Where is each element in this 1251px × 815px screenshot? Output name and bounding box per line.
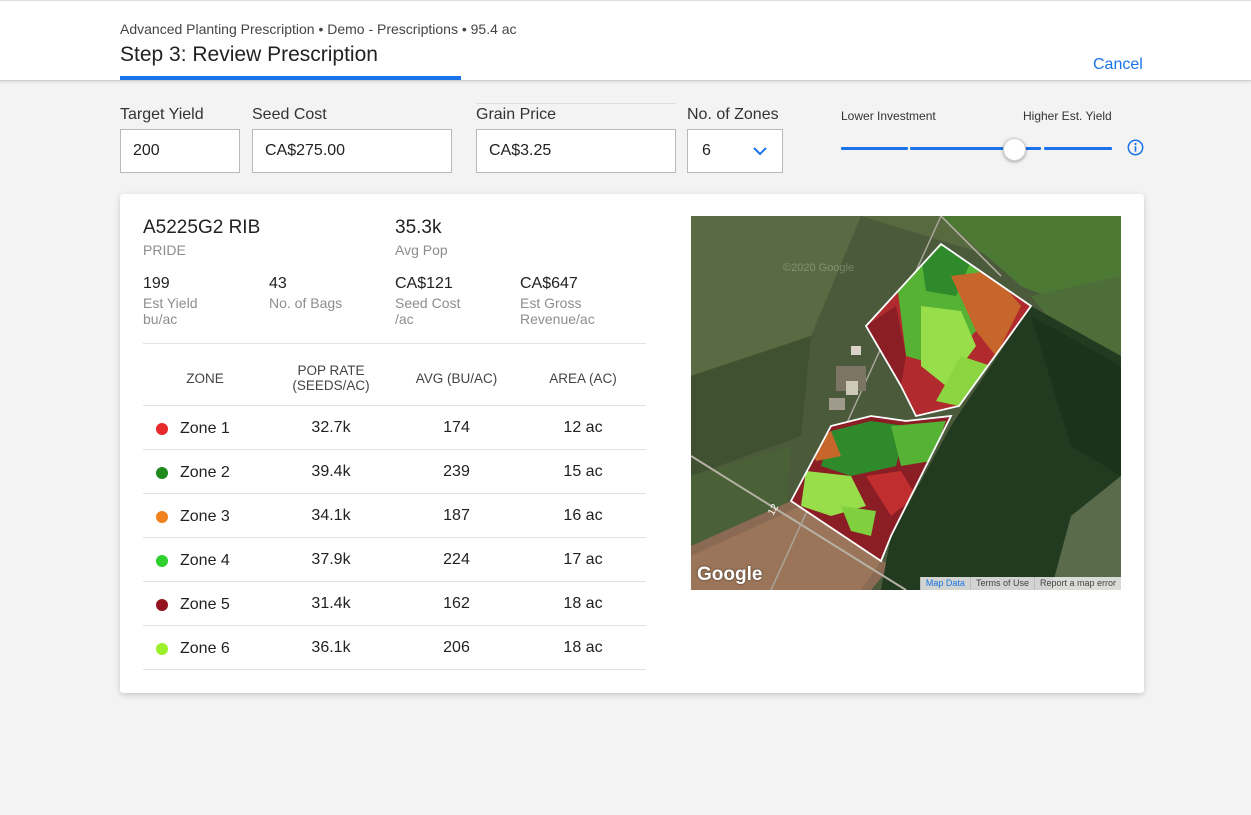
seed-cost-stat-label: Seed Cost — [395, 295, 461, 311]
table-row[interactable]: Zone 2 39.4k 239 15 ac — [143, 449, 646, 493]
step-progress-indicator — [120, 76, 461, 80]
pop-rate-cell: 36.1k — [311, 639, 351, 656]
avg-cell: 162 — [443, 595, 470, 612]
table-row[interactable]: Zone 4 37.9k 224 17 ac — [143, 537, 646, 581]
target-yield-label: Target Yield — [120, 106, 204, 123]
area-cell: 16 ac — [563, 507, 603, 524]
gross-revenue-unit: Revenue/ac — [520, 311, 595, 327]
zone-color-dot — [156, 555, 168, 567]
column-header-pop-rate-line1: POP RATE — [297, 363, 365, 378]
chevron-down-icon — [753, 147, 767, 156]
map-data-link[interactable]: Map Data — [919, 577, 970, 590]
map-footer: Map Data Terms of Use Report a map error — [919, 577, 1121, 590]
table-row[interactable]: Zone 6 36.1k 206 18 ac — [143, 625, 646, 669]
bags-label: No. of Bags — [269, 295, 343, 311]
zone-name: Zone 2 — [180, 464, 230, 481]
divider — [143, 669, 646, 670]
table-row[interactable]: Zone 5 31.4k 162 18 ac — [143, 581, 646, 625]
zone-color-dot — [156, 599, 168, 611]
slider-right-label: Higher Est. Yield — [1023, 109, 1112, 123]
seed-cost-label: Seed Cost — [252, 106, 327, 123]
area-cell: 15 ac — [563, 463, 603, 480]
zone-color-dot — [156, 423, 168, 435]
column-header-pop-rate: POP RATE (SEEDS/AC) — [270, 363, 392, 393]
area-cell: 18 ac — [563, 639, 603, 656]
investment-slider-thumb[interactable] — [1002, 138, 1026, 161]
google-logo: Google — [697, 564, 763, 585]
gross-revenue-label: Est Gross — [520, 295, 582, 311]
terms-of-use-link[interactable]: Terms of Use — [969, 577, 1034, 590]
avg-cell: 224 — [443, 551, 470, 568]
seed-cost-value: CA$121 — [395, 275, 453, 292]
slider-track-segment[interactable] — [841, 147, 908, 150]
target-yield-input[interactable] — [120, 129, 240, 173]
avg-pop-label: Avg Pop — [395, 242, 448, 258]
zone-color-dot — [156, 467, 168, 479]
est-yield-value: 199 — [143, 275, 170, 292]
pop-rate-cell: 39.4k — [311, 463, 351, 480]
page-title: Step 3: Review Prescription — [120, 43, 378, 66]
report-map-error-link[interactable]: Report a map error — [1033, 577, 1121, 590]
area-cell: 12 ac — [563, 419, 603, 436]
column-header-area: AREA (AC) — [549, 371, 617, 386]
zone-name: Zone 1 — [180, 420, 230, 437]
zone-color-dot — [156, 643, 168, 655]
area-cell: 17 ac — [563, 551, 603, 568]
zones-select-value: 6 — [702, 142, 711, 159]
pop-rate-cell: 32.7k — [311, 419, 351, 436]
prescription-summary-card: A5225G2 RIB PRIDE 35.3k Avg Pop 199 Est … — [120, 194, 1144, 693]
zone-color-dot — [156, 511, 168, 523]
slider-track-segment[interactable] — [1044, 147, 1112, 150]
table-row[interactable]: Zone 3 34.1k 187 16 ac — [143, 493, 646, 537]
zone-name: Zone 4 — [180, 552, 230, 569]
column-header-avg: AVG (BU/AC) — [415, 371, 498, 386]
seed-cost-input[interactable] — [252, 129, 452, 173]
avg-cell: 239 — [443, 463, 470, 480]
map-watermark: ©2020 Google — [783, 262, 855, 274]
zone-name: Zone 5 — [180, 596, 230, 613]
seed-cost-unit: /ac — [395, 311, 414, 327]
pop-rate-cell: 31.4k — [311, 595, 351, 612]
avg-pop-value: 35.3k — [395, 217, 442, 238]
info-icon[interactable] — [1127, 139, 1144, 156]
avg-cell: 206 — [443, 639, 470, 656]
table-row[interactable]: Zone 1 32.7k 174 12 ac — [143, 405, 646, 449]
hybrid-name: A5225G2 RIB — [143, 217, 261, 238]
zones-select[interactable]: 6 — [687, 129, 783, 173]
divider — [476, 103, 676, 104]
grain-price-label: Grain Price — [476, 106, 557, 123]
avg-cell: 187 — [443, 507, 470, 524]
gross-revenue-value: CA$647 — [520, 275, 578, 292]
breadcrumb: Advanced Planting Prescription • Demo - … — [120, 21, 517, 37]
zones-label: No. of Zones — [687, 106, 779, 123]
brand-name: PRIDE — [143, 242, 186, 258]
est-yield-unit: bu/ac — [143, 311, 178, 327]
bags-value: 43 — [269, 275, 287, 292]
satellite-map-image: 12 — [691, 216, 1121, 590]
column-header-zone: ZONE — [186, 371, 224, 386]
pop-rate-cell: 37.9k — [311, 551, 351, 568]
est-yield-label: Est Yield — [143, 295, 198, 311]
grain-price-input[interactable] — [476, 129, 676, 173]
zone-name: Zone 6 — [180, 640, 230, 657]
divider — [143, 343, 646, 344]
zone-name: Zone 3 — [180, 508, 230, 525]
area-cell: 18 ac — [563, 595, 603, 612]
pop-rate-cell: 34.1k — [311, 507, 351, 524]
column-header-pop-rate-line2: (SEEDS/AC) — [292, 378, 370, 393]
prescription-map[interactable]: 12 ©2020 Google Google Map Data Terms of… — [691, 216, 1121, 590]
wizard-header: Advanced Planting Prescription • Demo - … — [0, 0, 1251, 81]
avg-cell: 174 — [443, 419, 470, 436]
cancel-button[interactable]: Cancel — [1093, 56, 1143, 74]
slider-left-label: Lower Investment — [841, 109, 936, 123]
